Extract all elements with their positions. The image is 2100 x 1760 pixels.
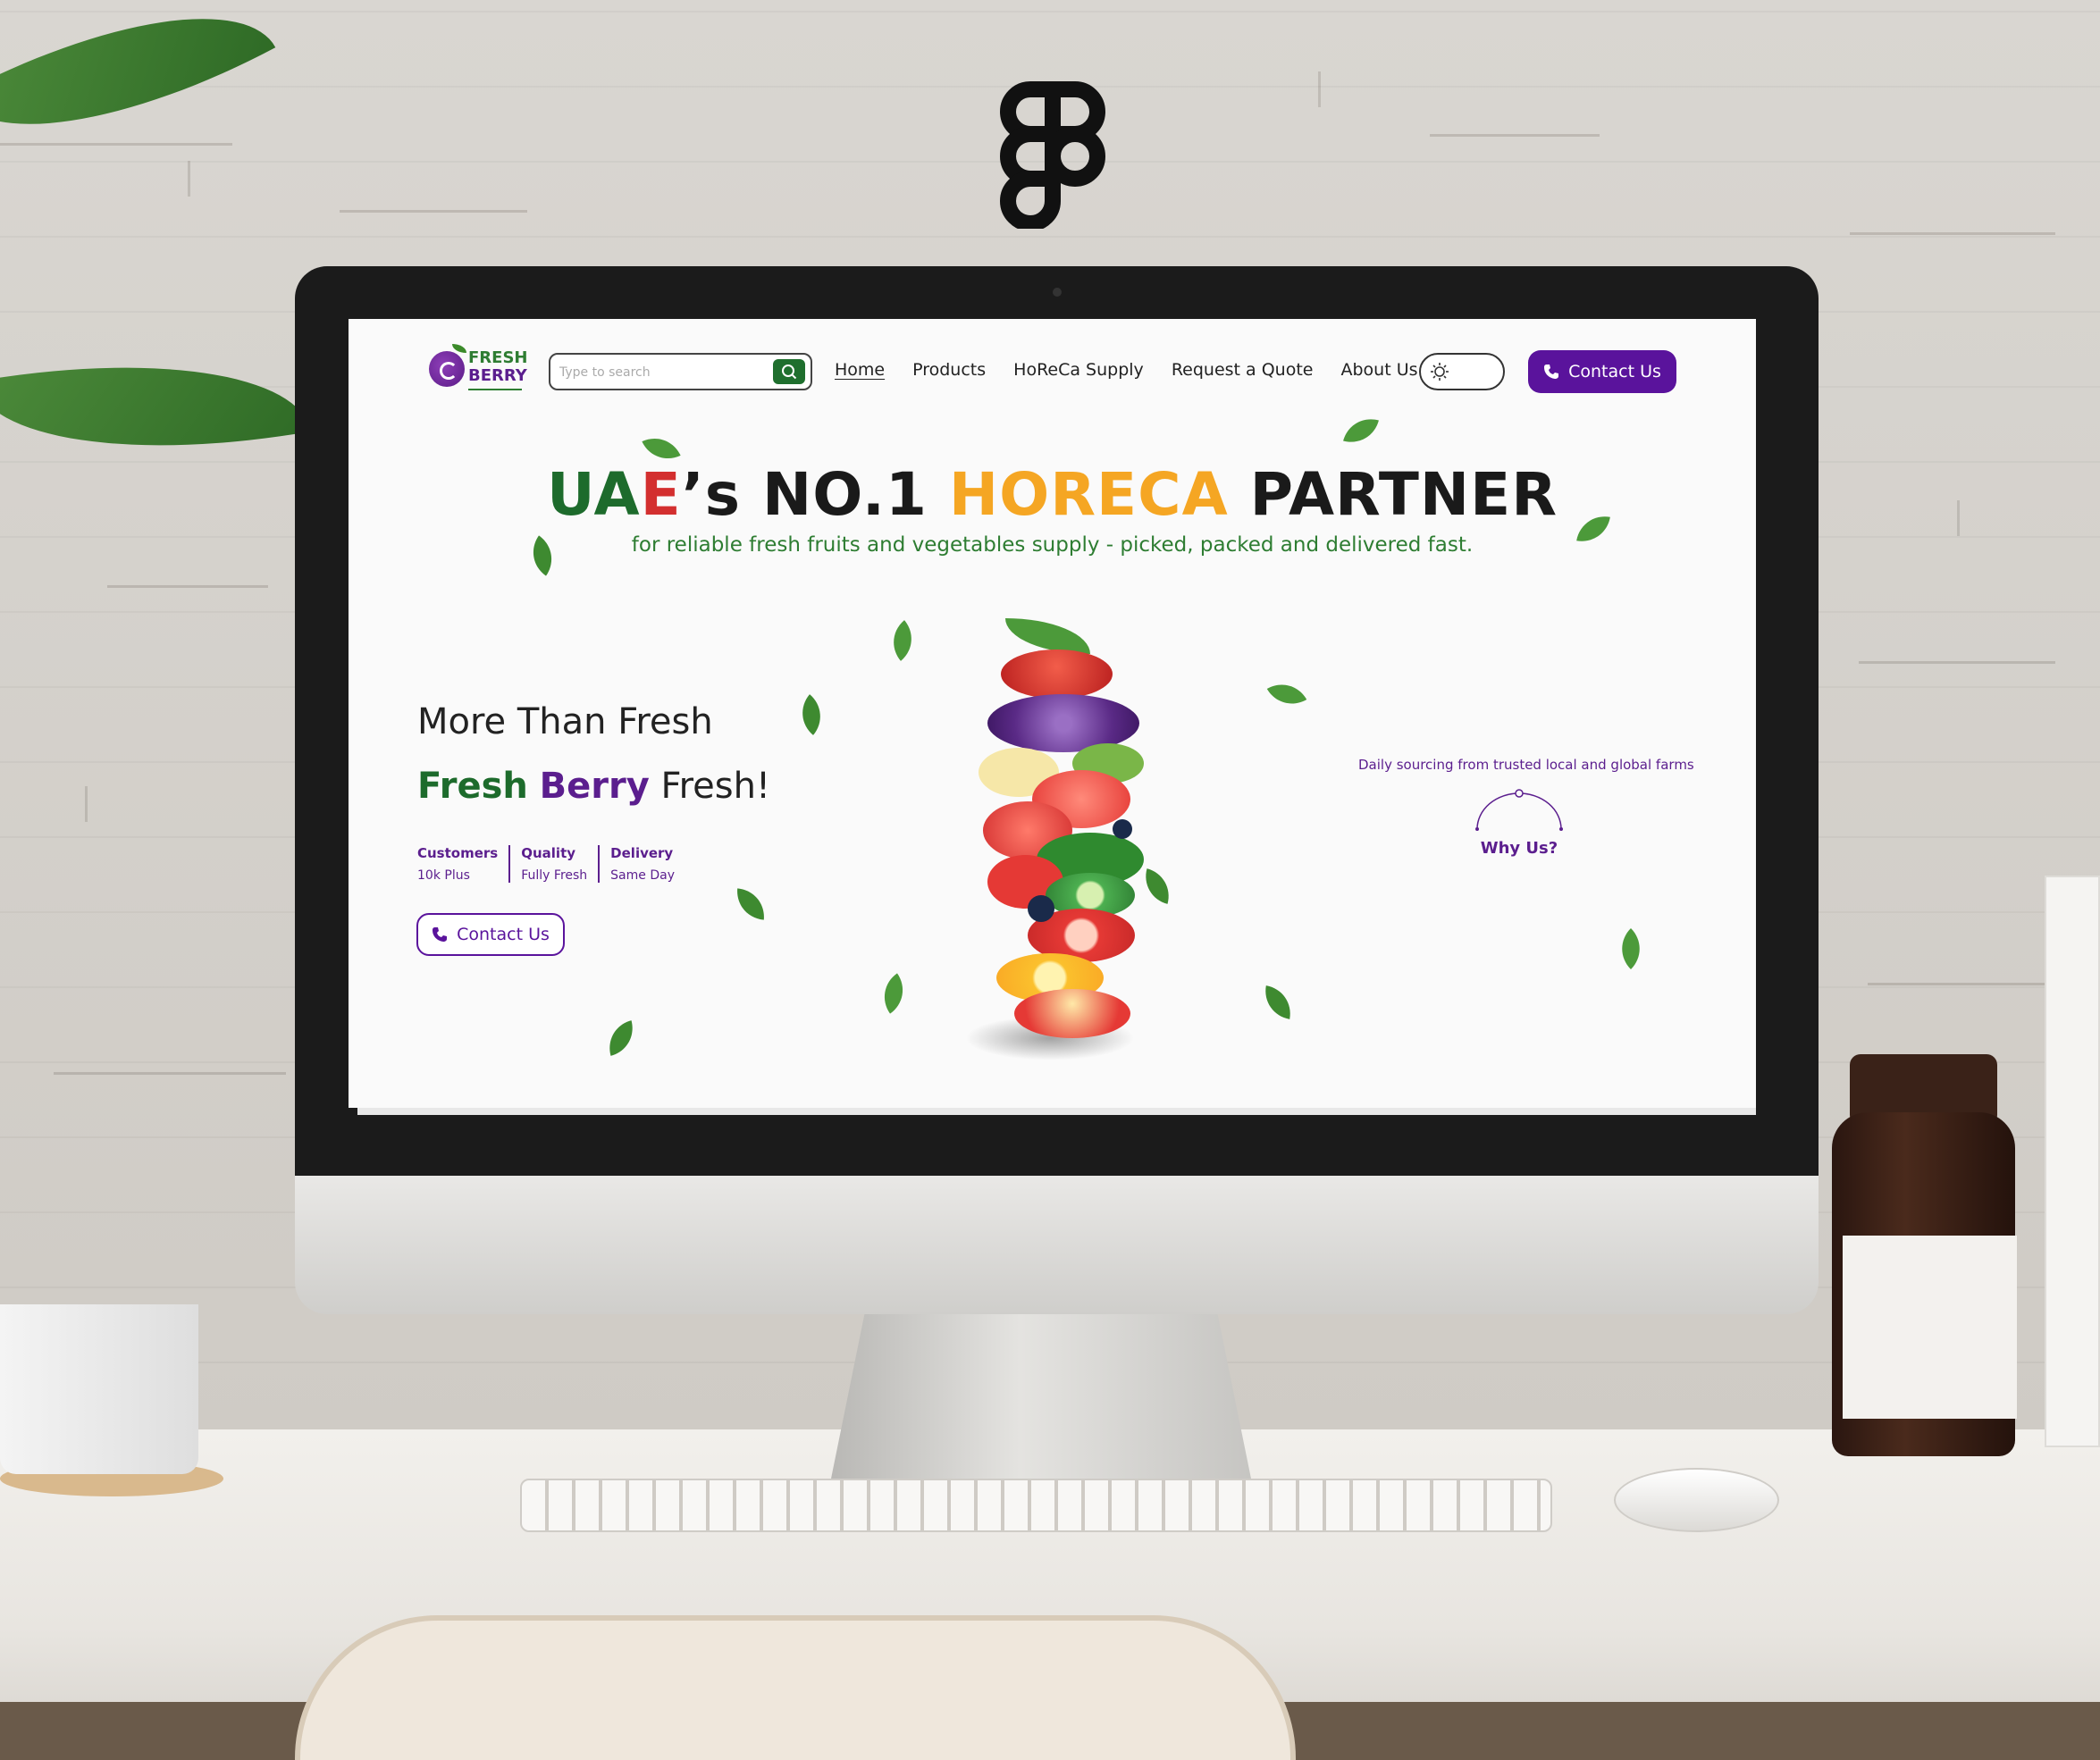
webcam-dot [1053,288,1062,297]
stat-delivery: Delivery Same Day [598,845,685,883]
brick-line [107,585,268,588]
stat-label: Delivery [610,845,674,861]
search-icon [782,365,797,380]
tagline-berry-word: Berry [539,766,650,807]
nav-home[interactable]: Home [835,360,885,380]
stats-row: Customers 10k Plus Quality Fully Fresh D… [417,845,685,883]
brick-line [54,1072,286,1075]
nav-contact-button[interactable]: Contact Us [1528,350,1676,393]
phone-icon [433,927,448,942]
sourcing-text: Daily sourcing from trusted local and gl… [1358,757,1694,773]
brand-logo[interactable]: FRESH BERRY [429,344,532,396]
tagline-fresh-berry: Fresh Berry Fresh! [417,766,770,807]
screen-bottom-edge [357,1108,1756,1115]
stat-value: Same Day [610,868,675,883]
brick-line [340,210,527,213]
hero-title: UAE’s NO.1 HORECA PARTNER [349,460,1756,529]
leaf-icon [1265,985,1290,1019]
hero-contact-button[interactable]: Contact Us [416,913,565,956]
leaf-icon [737,888,764,920]
nav-contact-label: Contact Us [1568,362,1661,381]
brick-line [1859,661,2055,664]
hero-contact-label: Contact Us [457,925,550,944]
brand-underline [468,389,522,390]
phone-icon [1544,365,1559,379]
apple-bottom [1014,989,1130,1038]
hero-subtitle: for reliable fresh fruits and vegetables… [631,533,1474,557]
title-u: U [546,460,594,529]
leaf-icon [894,620,911,661]
why-us-link[interactable]: Why Us? [1358,839,1680,858]
browser-viewport: FRESH BERRY Home Products HoReCa Supply … [349,319,1756,1108]
brick-line [0,143,232,146]
brick-joint [85,786,88,822]
fruit-stack-image [938,596,1153,1078]
monitor-chin [295,1176,1819,1314]
leaf-icon [1266,684,1307,704]
brick-joint [1318,71,1321,107]
stat-customers: Customers 10k Plus [417,845,508,883]
search-input[interactable] [559,363,760,382]
leaf-icon [609,1020,633,1056]
brick-joint [1957,500,1960,536]
brick-joint [188,161,190,197]
title-no1: ’s NO.1 [681,460,949,529]
figma-logo [1000,81,1105,229]
tagline-fresh-end: Fresh! [660,766,771,807]
chair [295,1615,1296,1760]
sun-icon [1431,363,1449,381]
leaf-icon [884,973,903,1014]
title-e: E [640,460,682,529]
leaf-top [1005,618,1090,654]
tagline-fresh-word: Fresh [417,766,528,807]
nav-links: Home Products HoReCa Supply Request a Qu… [835,360,1418,380]
brick-line [1850,232,2055,235]
blueberry [1028,895,1054,922]
tagline-more-than-fresh: More Than Fresh [417,701,713,742]
monitor-stand [831,1313,1251,1479]
search-box [549,353,812,390]
berry-icon [429,351,465,387]
nav-horeca-supply[interactable]: HoReCa Supply [1013,360,1144,380]
hero-left: More Than Fresh Fresh Berry Fresh! [417,701,770,807]
leaf-icon [1343,419,1379,442]
title-horeca: HORECA [948,460,1229,529]
stat-label: Quality [521,845,576,861]
picture-frame [2045,876,2100,1447]
title-a: A [593,460,641,529]
mug [0,1304,198,1474]
title-partner: PARTNER [1228,460,1558,529]
brand-berry: BERRY [468,366,527,385]
brand-fresh: FRESH [468,348,528,367]
keyboard [520,1479,1552,1532]
stat-quality: Quality Fully Fresh [508,845,598,883]
stat-value: Fully Fresh [521,868,588,883]
apple-top [1001,650,1113,699]
nav-about-us[interactable]: About Us [1340,360,1417,380]
stat-label: Customers [417,845,499,861]
brick-line [1430,134,1600,137]
blueberry [1113,819,1132,839]
mouse [1614,1468,1779,1532]
nav-products[interactable]: Products [912,360,986,380]
leaf-icon [802,694,820,735]
brand-name: FRESH BERRY [468,349,527,385]
leaf-icon [1622,928,1640,969]
theme-toggle[interactable] [1419,353,1505,390]
brick-line [1868,983,2046,985]
jar-label [1843,1236,2017,1419]
search-button[interactable] [773,359,805,384]
leaf-icon [452,344,466,353]
nav-request-quote[interactable]: Request a Quote [1172,360,1314,380]
stat-value: 10k Plus [417,868,470,883]
top-navbar: FRESH BERRY Home Products HoReCa Supply … [349,319,1756,393]
arc-decoration [1475,789,1563,831]
why-us-section: Daily sourcing from trusted local and gl… [1358,757,1694,858]
